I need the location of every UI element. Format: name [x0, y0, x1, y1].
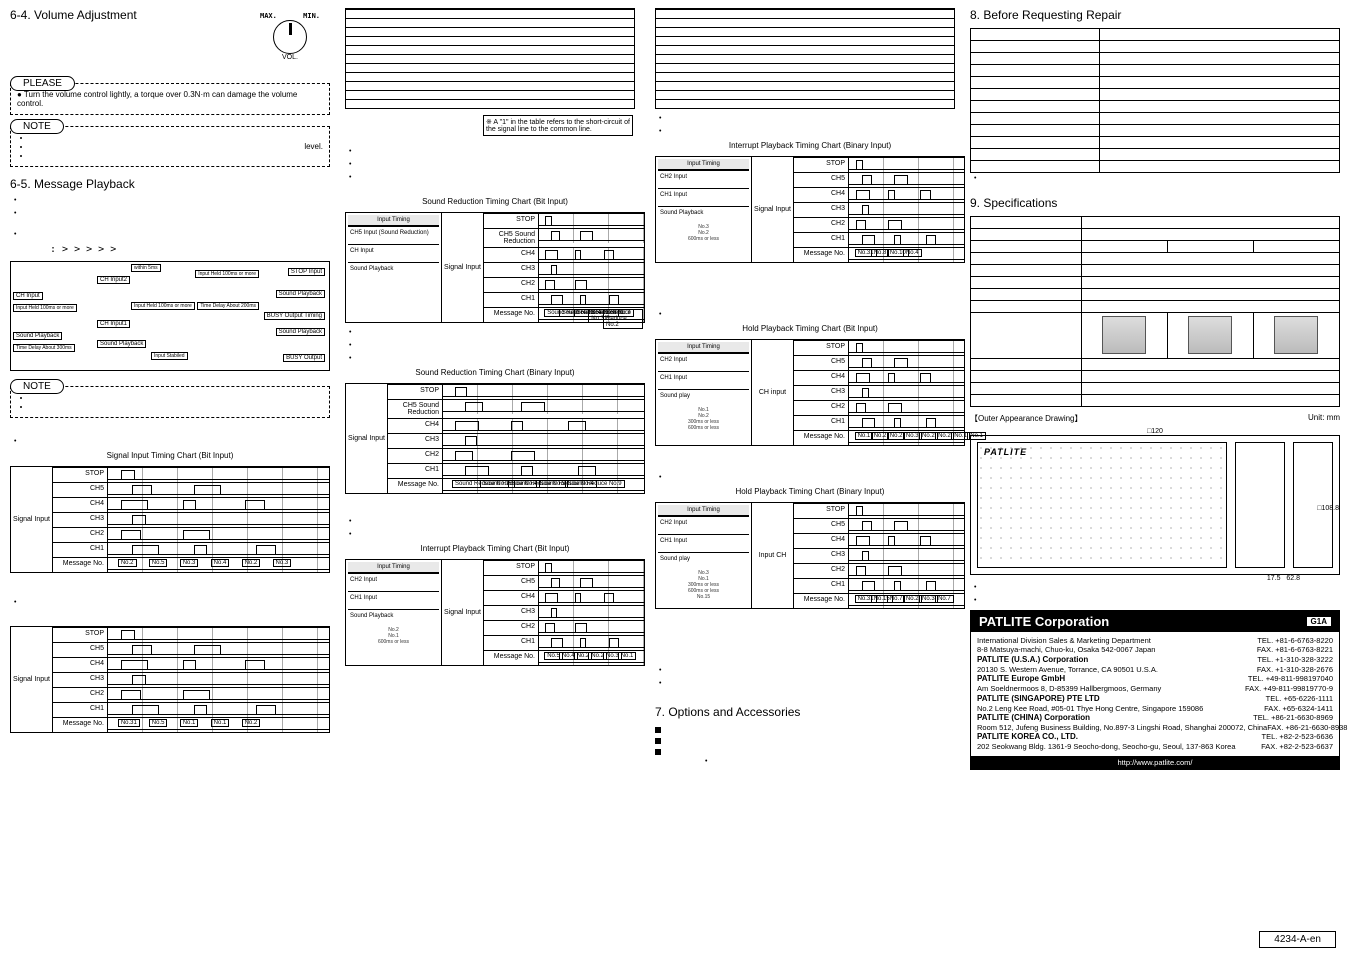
c5-title: Interrupt Playback Timing Chart (Bit Inp… — [345, 544, 645, 553]
diag-snd-pb: Sound Playback — [13, 332, 62, 340]
diag-ih1: Input Held 100ms or more — [13, 304, 77, 312]
dim-d2: 62.8 — [1286, 575, 1300, 582]
table-footnote: ※ A "1" in the table refers to the short… — [483, 115, 633, 136]
diag-busy-t: BUSY Output Timing — [264, 312, 325, 320]
corporation-block: PATLITE Corporation G1A International Di… — [970, 610, 1340, 770]
blank-table-1 — [345, 8, 635, 109]
note1-pill: NOTE — [10, 119, 64, 134]
blank-table-2 — [655, 8, 955, 109]
dwg-n1 — [974, 584, 1340, 591]
note1-li2: level. — [31, 142, 323, 151]
outer-app-unit: Unit: mm — [1308, 413, 1340, 424]
spec-img-3 — [1274, 316, 1318, 354]
volume-dial: MAX. MIN. VOL. — [260, 12, 320, 61]
chart-sr-binary: Signal InputSTOPCH5 Sound ReductionCH4CH… — [345, 383, 645, 494]
col3d2 — [659, 680, 965, 687]
chart-binary-signal: Signal InputSTOPCH5CH4CH3CH2CH1Message N… — [10, 626, 330, 733]
corp-url: http://www.patlite.com/ — [971, 756, 1339, 769]
c1-title: Signal Input Timing Chart (Bit Input) — [10, 451, 330, 460]
diag-ih2: Input Held 100ms or more — [131, 302, 195, 310]
col2b8 — [349, 531, 645, 538]
mp-bul3 — [14, 231, 330, 238]
c1-lead — [14, 438, 330, 445]
diag-busy-o: BUSY Output — [283, 354, 325, 362]
sec-6-5-title: 6-5. Message Playback — [10, 177, 330, 191]
sec8-note — [974, 175, 1340, 182]
c7-title: Hold Playback Timing Chart (Bit Input) — [655, 324, 965, 333]
col2b1 — [349, 148, 645, 155]
diag-is: Input Stabiled — [151, 352, 188, 360]
col3b1 — [659, 311, 965, 318]
priority-arrows: : > > > > > — [50, 244, 330, 255]
corp-g1a: G1A — [1307, 617, 1331, 626]
diag-spb3: Sound Playback — [276, 290, 325, 298]
please-pill: PLEASE — [10, 76, 75, 91]
diag-stop: STOP Input — [288, 268, 325, 276]
col3a1 — [659, 115, 965, 122]
sec-9-title: 9. Specifications — [970, 196, 1340, 210]
c4-title: Sound Reduction Timing Chart (Binary Inp… — [345, 368, 645, 377]
diag-ci2: CH Input2 — [97, 276, 130, 284]
note1-li3 — [31, 151, 323, 160]
dim-side: □108.8 — [1317, 505, 1339, 512]
diag-td1: Time Delay About 300ms — [13, 344, 75, 352]
spec-table — [970, 216, 1340, 407]
diag-w5: within 5ms — [131, 264, 161, 272]
col2b4 — [349, 329, 645, 336]
please-text: ● Turn the volume control lightly, a tor… — [17, 90, 323, 108]
dwg-brand: PATLITE — [984, 447, 1027, 457]
c6-title: Interrupt Playback Timing Chart (Binary … — [655, 141, 965, 150]
col3a2 — [659, 128, 965, 135]
detailed-timing-diagram: CH Input Sound Playback Input Held 100ms… — [10, 261, 330, 371]
chart-bit-signal: Signal InputSTOPCH5CH4CH3CH2CH1Message N… — [10, 466, 330, 573]
vol-label: VOL. — [260, 54, 320, 61]
sec-7-title: 7. Options and Accessories — [655, 705, 965, 719]
col2b6 — [349, 355, 645, 362]
col3c1 — [659, 474, 965, 481]
col2b5 — [349, 342, 645, 349]
dwg-n2 — [974, 597, 1340, 604]
sec7-list — [655, 725, 965, 756]
chart-int-bit: Input TimingCH2 InputCH1 InputSound Play… — [345, 559, 645, 666]
mp-bul1 — [14, 197, 330, 204]
doc-id: 4234-A-en — [1259, 931, 1336, 948]
mp-bul2 — [14, 210, 330, 217]
sec-8-title: 8. Before Requesting Repair — [970, 8, 1340, 22]
diag-spb4: Sound Playback — [276, 328, 325, 336]
diag-spb2: Sound Playback — [97, 340, 146, 348]
col3d1 — [659, 667, 965, 674]
diag-ih3: Input Held 100ms or more — [195, 270, 259, 278]
chart-sr-bit: Input TimingCH5 Input (Sound Reduction)C… — [345, 212, 645, 323]
dim-d1: 17.5 — [1267, 575, 1281, 582]
c2-lead — [14, 599, 330, 606]
chart-hold-binary: Input TimingCH2 InputCH1 InputSound play… — [655, 502, 965, 609]
vol-max: MAX. — [260, 12, 277, 20]
col2b7 — [349, 518, 645, 525]
dim-top: □120 — [970, 428, 1340, 435]
c8-title: Hold Playback Timing Chart (Binary Input… — [655, 487, 965, 496]
spec-img-1 — [1102, 316, 1146, 354]
repair-table — [970, 28, 1340, 173]
vol-min: MIN. — [303, 12, 320, 20]
sec7-sub — [705, 758, 965, 765]
spec-img-2 — [1188, 316, 1232, 354]
outer-app-title: 【Outer Appearance Drawing】 — [970, 413, 1083, 424]
c3-title: Sound Reduction Timing Chart (Bit Input) — [345, 197, 645, 206]
outer-appearance-drawing: □120 PATLITE □108.8 17.5 62.8 — [970, 428, 1340, 582]
corp-name: PATLITE Corporation — [979, 614, 1109, 629]
note2-pill: NOTE — [10, 379, 64, 394]
col2b2 — [349, 161, 645, 168]
col2b3 — [349, 174, 645, 181]
note1-li1 — [31, 133, 323, 142]
diag-td2: Time Delay About 200ms — [197, 302, 259, 310]
diag-ci1: CH Input1 — [97, 320, 130, 328]
diag-ch-input: CH Input — [13, 292, 43, 300]
chart-hold-bit: Input TimingCH2 InputCH1 InputSound play… — [655, 339, 965, 446]
chart-int-binary: Input TimingCH2 InputCH1 InputSound Play… — [655, 156, 965, 263]
